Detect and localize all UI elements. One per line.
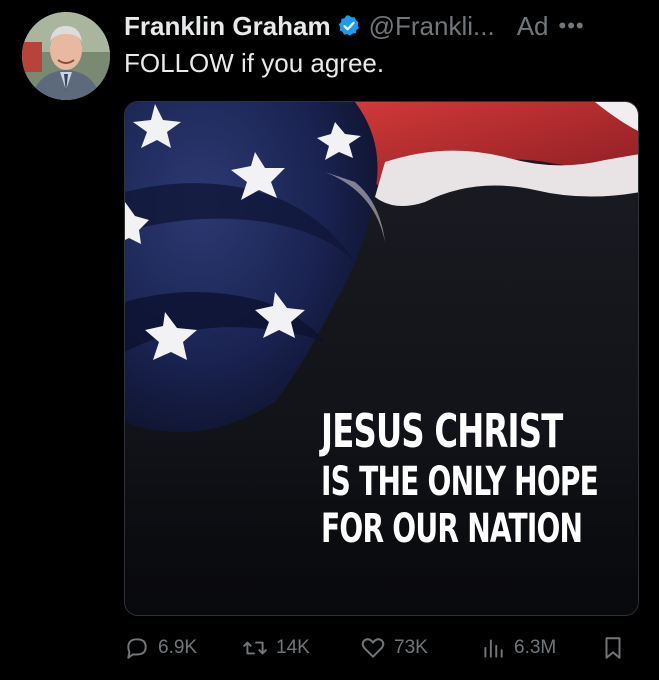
image-text-line3: FOR OUR NATION: [321, 505, 583, 552]
author-name[interactable]: Franklin Graham: [124, 11, 331, 42]
verified-badge-icon: [338, 15, 359, 36]
reply-icon: [127, 638, 147, 659]
ad-label: Ad: [516, 10, 549, 41]
reply-count: 6.9K: [158, 637, 198, 658]
tweet-actions: 6.9K 14K 73K 6.3M: [124, 630, 639, 666]
bookmark-button[interactable]: [600, 630, 634, 666]
image-text-overlay: JESUS CHRIST IS THE ONLY HOPE FOR OUR NA…: [321, 404, 621, 552]
tweet-text: FOLLOW if you agree.: [124, 48, 385, 78]
more-horizontal-icon[interactable]: •••: [559, 13, 585, 39]
views-count: 6.3M: [514, 637, 557, 658]
author-handle[interactable]: @Frankli...: [369, 11, 495, 42]
views-chart-icon: [484, 639, 503, 658]
image-text-line2: IS THE ONLY HOPE: [321, 458, 599, 505]
avatar[interactable]: [22, 12, 110, 100]
views-button[interactable]: 6.3M: [480, 630, 556, 666]
retweet-count: 14K: [276, 637, 310, 658]
heart-icon: [361, 638, 385, 658]
bookmark-icon: [605, 637, 621, 659]
retweet-button[interactable]: 14K: [242, 630, 310, 666]
tweet-image[interactable]: JESUS CHRIST IS THE ONLY HOPE FOR OUR NA…: [124, 101, 639, 616]
like-count: 73K: [394, 637, 428, 658]
retweet-icon: [243, 641, 267, 655]
tweet-header: Franklin Graham @Frankli... Ad •••: [124, 8, 647, 44]
like-button[interactable]: 73K: [360, 630, 428, 666]
image-text-line1: JESUS CHRIST: [321, 404, 563, 458]
reply-button[interactable]: 6.9K: [124, 630, 197, 666]
